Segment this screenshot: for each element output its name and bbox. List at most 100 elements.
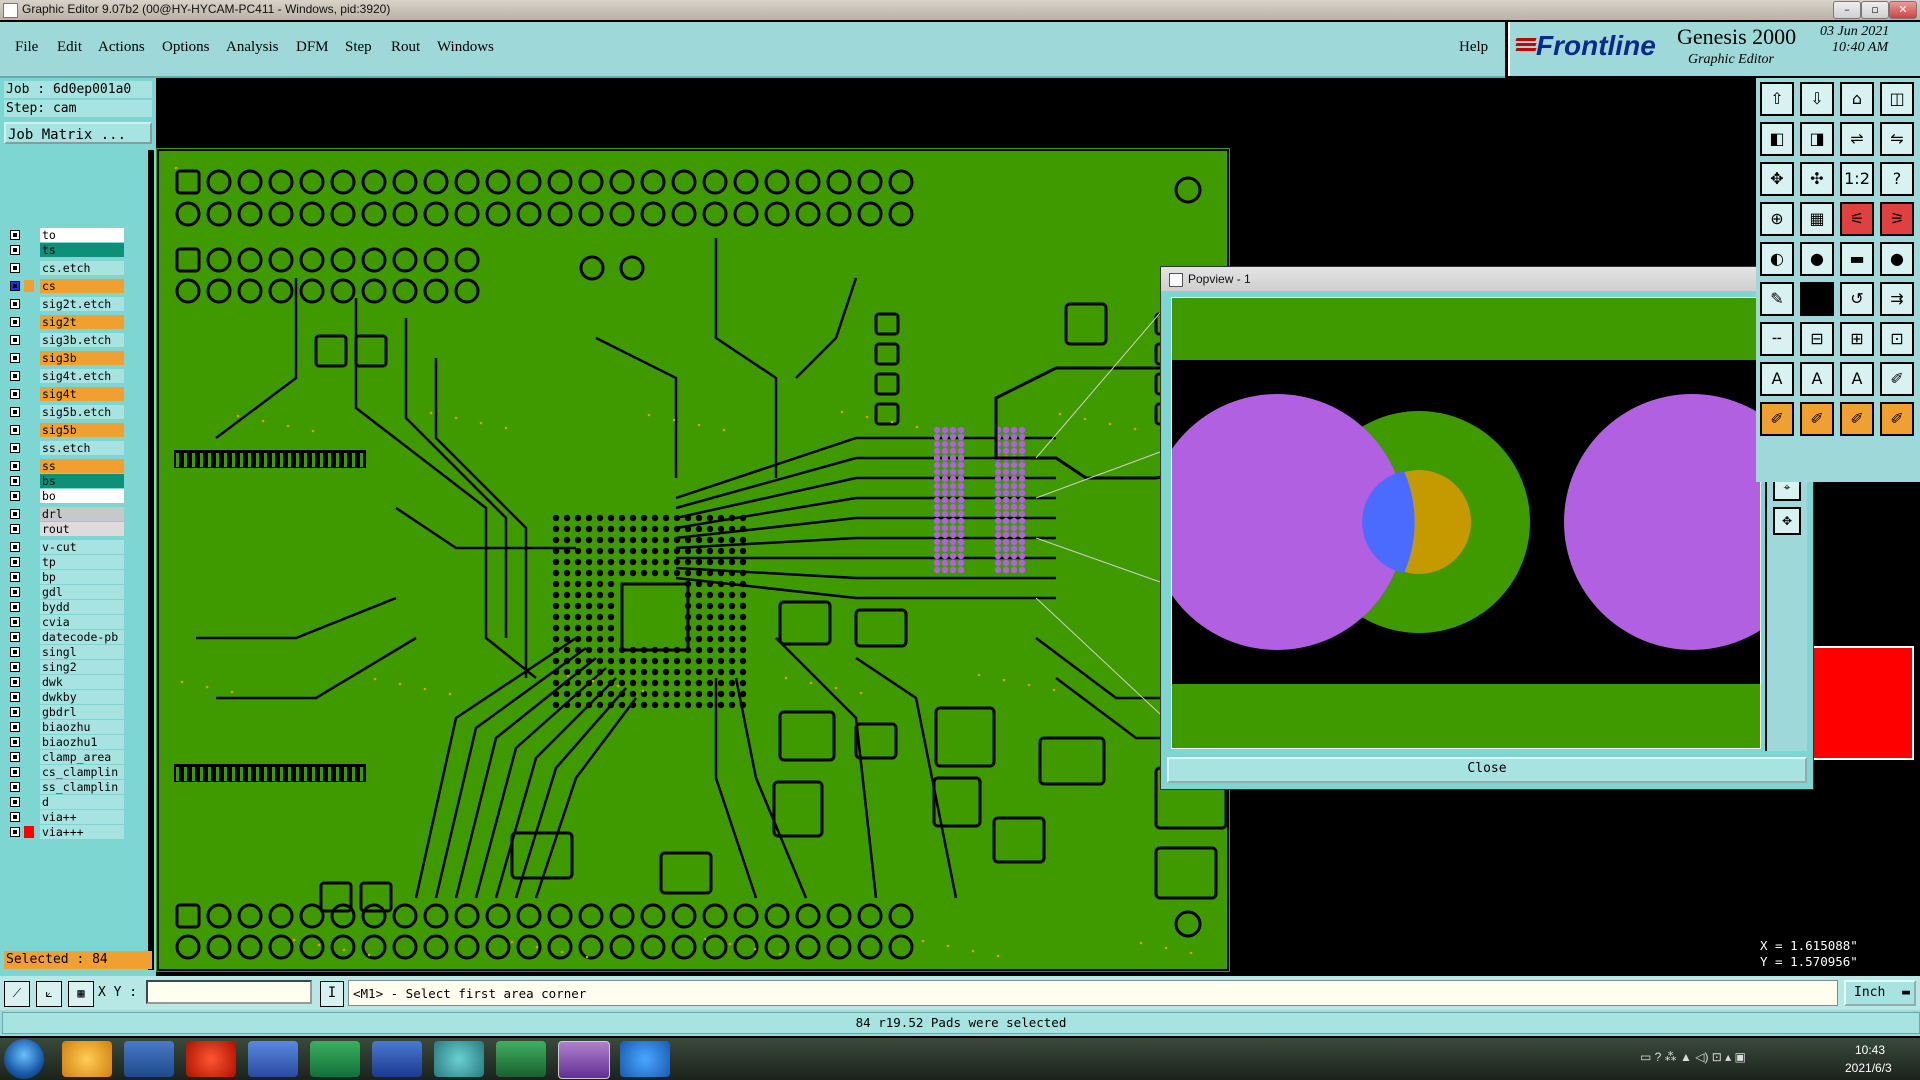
layer-row[interactable]: d <box>8 795 124 809</box>
grid-icon[interactable]: ▦ <box>68 981 94 1007</box>
layer-affected-swatch[interactable] <box>24 475 34 487</box>
layer-affected-swatch[interactable] <box>24 229 34 241</box>
layer-checkbox[interactable] <box>10 263 20 273</box>
layer-checkbox[interactable] <box>10 476 20 486</box>
popview-fit-icon[interactable]: ✥ <box>1773 507 1801 535</box>
tb-feature-icon[interactable]: ⚟ <box>1840 202 1874 236</box>
layer-name[interactable]: bydd <box>40 600 124 614</box>
taskbar-word-icon[interactable] <box>372 1041 422 1077</box>
layer-row[interactable]: ss_clamplin <box>8 780 124 794</box>
layer-row[interactable]: tp <box>8 555 124 569</box>
tb-line-icon[interactable]: ▬ <box>1840 242 1874 276</box>
layer-row[interactable]: via+++ <box>8 825 124 839</box>
layer-row[interactable]: bs <box>8 474 124 488</box>
layer-checkbox[interactable] <box>10 587 20 597</box>
layer-checkbox[interactable] <box>10 572 20 582</box>
layer-row[interactable]: sig4t.etch <box>8 369 124 383</box>
layer-affected-swatch[interactable] <box>24 781 34 793</box>
tb-rotate-icon[interactable]: ↺ <box>1840 282 1874 316</box>
layer-name[interactable]: bp <box>40 570 124 584</box>
layer-checkbox[interactable] <box>10 335 20 345</box>
layer-row[interactable]: sig5b <box>8 423 124 437</box>
layer-checkbox[interactable] <box>10 509 20 519</box>
tb-sel-icon[interactable]: ⊡ <box>1880 322 1914 356</box>
layer-checkbox[interactable] <box>10 782 20 792</box>
tb-center-icon[interactable]: ✣ <box>1800 162 1834 196</box>
layer-affected-swatch[interactable] <box>24 424 34 436</box>
layer-name[interactable]: v-cut <box>40 540 124 554</box>
layer-affected-swatch[interactable] <box>24 661 34 673</box>
menu-edit[interactable]: Edit <box>57 39 82 56</box>
tb-add-icon[interactable]: ⊞ <box>1840 322 1874 356</box>
layer-row[interactable]: ss <box>8 459 124 473</box>
layer-affected-swatch[interactable] <box>24 631 34 643</box>
layer-name[interactable]: drl <box>40 507 124 521</box>
menu-file[interactable]: File <box>15 39 38 56</box>
layer-name[interactable]: ss <box>40 459 124 473</box>
tb-home-icon[interactable]: ⌂ <box>1840 82 1874 116</box>
menu-rout[interactable]: Rout <box>391 39 420 56</box>
menu-actions[interactable]: Actions <box>98 39 145 56</box>
taskbar-app-10-icon[interactable] <box>620 1041 670 1077</box>
tb-text-a-icon[interactable]: A <box>1760 362 1794 396</box>
layer-name[interactable]: biaozhu <box>40 720 124 734</box>
layer-row[interactable]: sing2 <box>8 660 124 674</box>
layer-affected-swatch[interactable] <box>24 460 34 472</box>
layer-row[interactable]: drl <box>8 507 124 521</box>
layer-row[interactable]: sig2t.etch <box>8 297 124 311</box>
layer-row[interactable]: gbdrl <box>8 705 124 719</box>
layer-row[interactable]: sig3b <box>8 351 124 365</box>
taskbar-app-1-icon[interactable] <box>62 1041 112 1077</box>
layer-checkbox[interactable] <box>10 647 20 657</box>
layer-row[interactable]: bydd <box>8 600 124 614</box>
layer-checkbox[interactable] <box>10 371 20 381</box>
popview-close-button[interactable]: Close <box>1167 757 1807 783</box>
tb-pan-icon[interactable]: ✥ <box>1760 162 1794 196</box>
layer-name[interactable]: singl <box>40 645 124 659</box>
layer-affected-swatch[interactable] <box>24 766 34 778</box>
layer-name[interactable]: to <box>40 228 124 242</box>
layer-name[interactable]: ss_clamplin <box>40 780 124 794</box>
layer-affected-swatch[interactable] <box>24 490 34 502</box>
layer-checkbox[interactable] <box>10 524 20 534</box>
layer-row[interactable]: ss.etch <box>8 441 124 455</box>
layer-affected-swatch[interactable] <box>24 811 34 823</box>
tb-move-icon[interactable]: ⇉ <box>1880 282 1914 316</box>
layer-row[interactable]: bo <box>8 489 124 503</box>
taskbar-save-icon[interactable] <box>248 1041 298 1077</box>
layer-name[interactable]: tp <box>40 555 124 569</box>
layer-checkbox[interactable] <box>10 827 20 837</box>
layer-affected-swatch[interactable] <box>24 571 34 583</box>
menu-help[interactable]: Help <box>1459 39 1488 56</box>
layer-name[interactable]: cs.etch <box>40 261 124 275</box>
taskbar-genesis-icon[interactable] <box>558 1041 610 1079</box>
layer-name[interactable]: via++ <box>40 810 124 824</box>
layer-affected-swatch[interactable] <box>24 586 34 598</box>
layer-affected-swatch[interactable] <box>24 244 34 256</box>
tb-left-icon[interactable]: ◧ <box>1760 122 1794 156</box>
layer-name[interactable]: clamp_area <box>40 750 124 764</box>
layer-row[interactable]: dwkby <box>8 690 124 704</box>
layer-checkbox[interactable] <box>10 617 20 627</box>
tb-help-icon[interactable]: ? <box>1880 162 1914 196</box>
layer-name[interactable]: sig3b <box>40 351 124 365</box>
layer-row[interactable]: clamp_area <box>8 750 124 764</box>
tb-fill-icon[interactable]: ● <box>1800 242 1834 276</box>
layer-name[interactable]: d <box>40 795 124 809</box>
layer-name[interactable]: cvia <box>40 615 124 629</box>
layer-row[interactable]: bp <box>8 570 124 584</box>
tb-scale-icon[interactable]: 1:2 <box>1840 162 1874 196</box>
layer-affected-swatch[interactable] <box>24 826 34 838</box>
layer-checkbox[interactable] <box>10 722 20 732</box>
layer-affected-swatch[interactable] <box>24 508 34 520</box>
layer-checkbox[interactable] <box>10 245 20 255</box>
layer-checkbox[interactable] <box>10 632 20 642</box>
tb-grid-icon[interactable]: ▦ <box>1800 202 1834 236</box>
maximize-icon[interactable]: ▫ <box>1861 1 1889 19</box>
tb-pad-icon[interactable]: ● <box>1880 242 1914 276</box>
close-window-icon[interactable]: ✕ <box>1889 1 1917 19</box>
layer-name[interactable]: sig3b.etch <box>40 333 124 347</box>
layer-name[interactable]: cs_clamplin <box>40 765 124 779</box>
menu-dfm[interactable]: DFM <box>296 39 329 56</box>
layer-affected-swatch[interactable] <box>24 646 34 658</box>
